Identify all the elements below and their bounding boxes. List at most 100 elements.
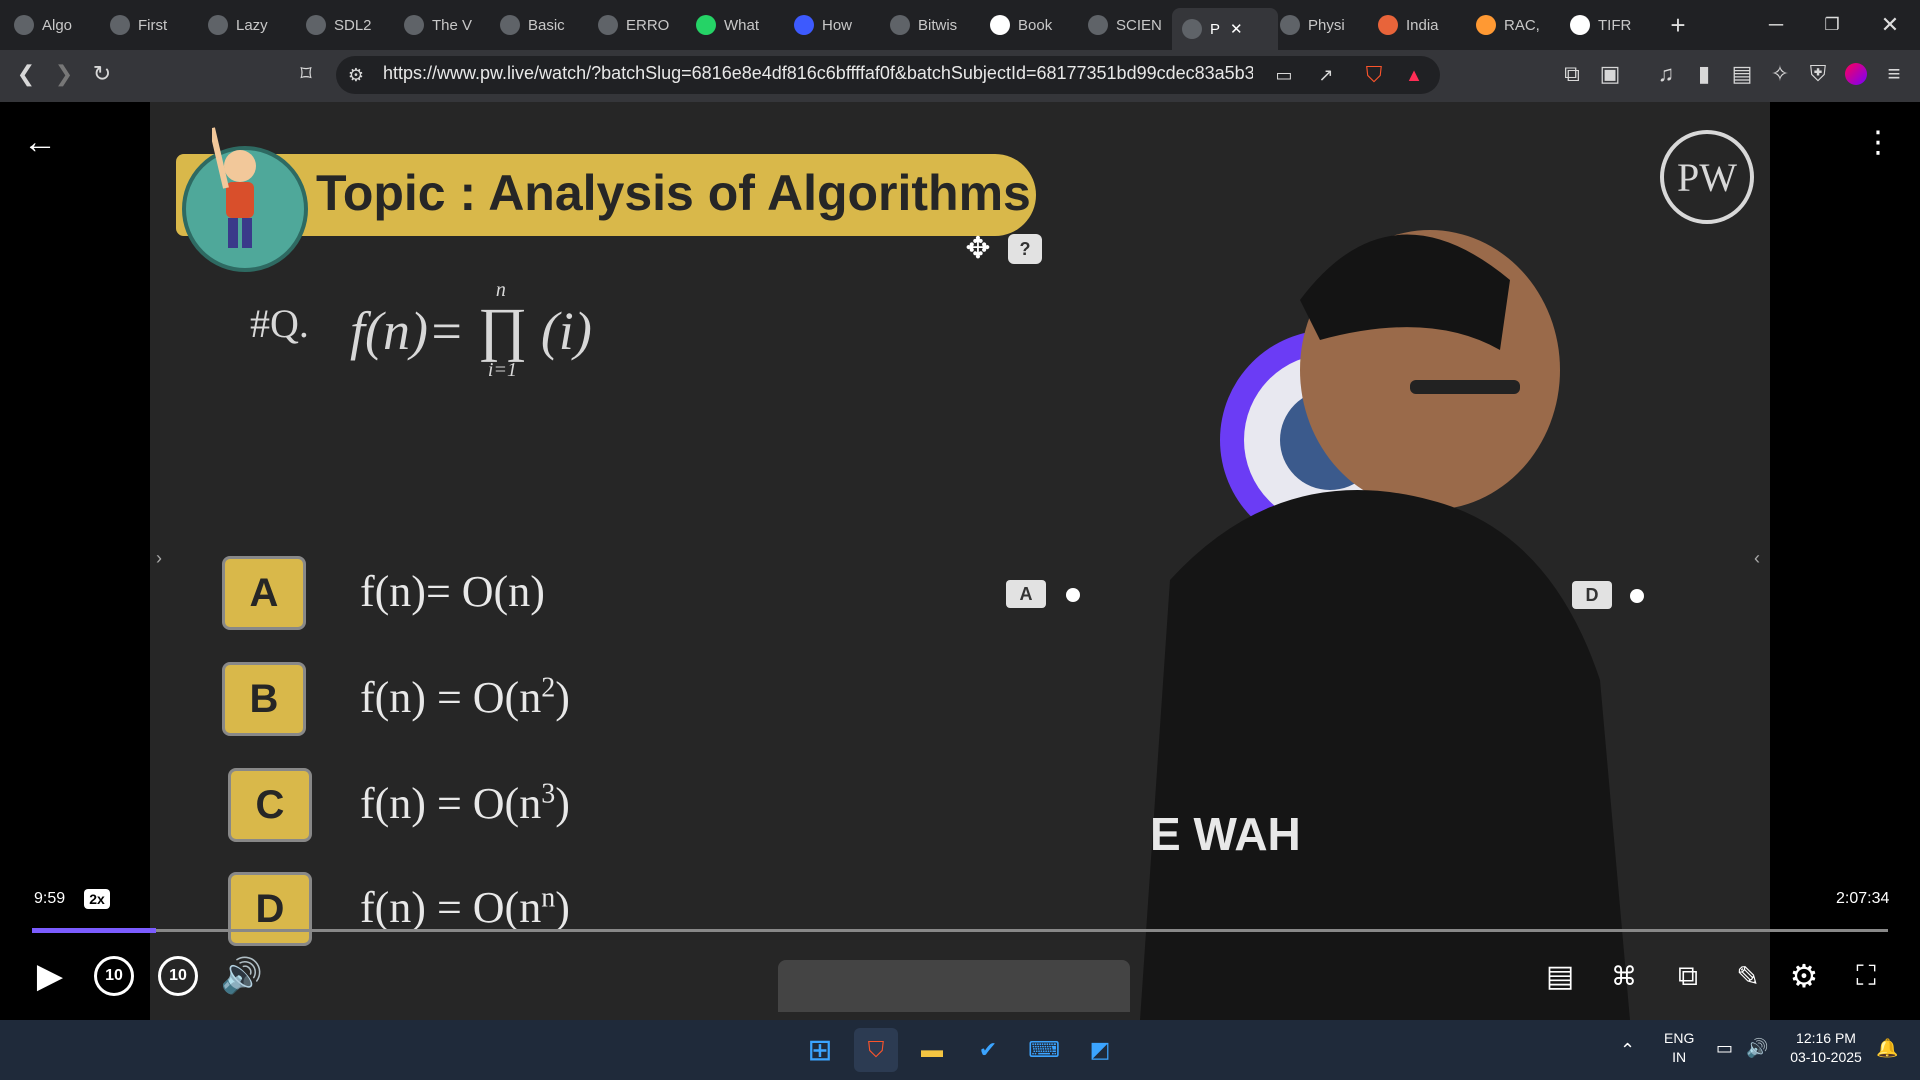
option-badge: A: [222, 556, 306, 630]
keyboard-app-icon[interactable]: ⌨: [1022, 1028, 1066, 1072]
option-close-paren: ): [555, 883, 570, 932]
fullscreen-icon[interactable]: ⛶: [1840, 950, 1892, 1002]
brave-browser-icon[interactable]: ⛉: [854, 1028, 898, 1072]
option-expression: f(n) = O(n: [360, 883, 542, 932]
notification-icon[interactable]: 🔔: [1876, 1038, 1898, 1059]
marker-a-dot[interactable]: [1066, 588, 1080, 602]
wallet-icon[interactable]: ▤: [1726, 58, 1758, 90]
option-expression: f(n)= O(n): [360, 567, 545, 616]
leo-icon[interactable]: ✧: [1764, 58, 1796, 90]
bookmark-icon: [794, 15, 814, 35]
topic-title: Topic : Analysis of Algorithms: [316, 165, 1031, 221]
photos-icon[interactable]: ◩: [1078, 1028, 1122, 1072]
tab-label: Bitwis: [918, 16, 958, 34]
browser-tab[interactable]: First: [110, 8, 192, 42]
forward-10-icon[interactable]: 10: [152, 950, 204, 1002]
network-icon[interactable]: ▭: [1716, 1038, 1733, 1059]
question-label: #Q.: [250, 301, 309, 346]
speed-badge[interactable]: 2x: [84, 889, 110, 909]
close-tab-icon[interactable]: ✕: [1230, 20, 1243, 38]
option-close-paren: ): [555, 673, 570, 722]
chat-icon[interactable]: ▤: [1534, 950, 1586, 1002]
new-tab-button[interactable]: +: [1650, 0, 1706, 50]
browser-tab[interactable]: ERRO: [598, 8, 680, 42]
back-arrow-icon[interactable]: ←: [23, 123, 57, 161]
tab-label: SCIEN: [1116, 16, 1162, 34]
rewind-10-icon[interactable]: 10: [88, 950, 140, 1002]
profile-avatar[interactable]: [1840, 58, 1872, 90]
clock[interactable]: 12:16 PM 03-10-2025: [1786, 1030, 1866, 1065]
language-label: ENG: [1664, 1030, 1695, 1046]
media-icon[interactable]: ♫: [1650, 58, 1682, 90]
tab-label: ERRO: [626, 16, 670, 34]
browser-tab[interactable]: How: [794, 8, 876, 42]
brave-shield-icon[interactable]: ⛉: [1358, 59, 1390, 91]
mascot-figure: [212, 127, 256, 248]
browser-tab[interactable]: Basic: [500, 8, 582, 42]
browser-tab[interactable]: RAC,: [1476, 8, 1558, 42]
picture-in-picture-icon[interactable]: ⧉: [1662, 950, 1714, 1002]
move-icon[interactable]: ✥: [962, 232, 994, 265]
browser-tab[interactable]: What: [696, 8, 778, 42]
left-panel-arrow-icon[interactable]: ›: [156, 548, 162, 569]
extensions-icon[interactable]: ⧉: [1556, 58, 1588, 90]
progress-fill[interactable]: [32, 928, 157, 933]
forward-icon[interactable]: ❯: [48, 58, 80, 90]
marker-d-dot[interactable]: [1630, 589, 1644, 603]
pw-icon: [1182, 19, 1202, 39]
windows-start-icon[interactable]: ⊞: [798, 1028, 842, 1072]
more-options-icon[interactable]: ⋮: [1862, 126, 1894, 159]
brave-rewards-icon[interactable]: ▲: [1398, 59, 1430, 91]
file-explorer-icon[interactable]: ▬: [910, 1028, 954, 1072]
site-settings-icon[interactable]: ⚙: [340, 59, 372, 91]
option-exponent: n: [541, 882, 556, 914]
restore-button[interactable]: ❐: [1804, 0, 1860, 50]
pw-icon: [1280, 15, 1300, 35]
speaker-icon[interactable]: 🔊: [1746, 1038, 1768, 1059]
url-text[interactable]: https://www.pw.live/watch/?batchSlug=681…: [383, 63, 1253, 84]
settings-icon[interactable]: ⚙: [1778, 950, 1830, 1002]
translate-icon[interactable]: ⌘: [1598, 950, 1650, 1002]
browser-tab[interactable]: SCIEN: [1088, 8, 1170, 42]
bookmark-icon[interactable]: ⌑: [290, 58, 322, 90]
product-symbol: n ∏ i=1: [478, 279, 527, 381]
reload-icon[interactable]: ↻: [86, 58, 118, 90]
globe-icon: [1378, 15, 1398, 35]
play-icon[interactable]: ▶: [24, 950, 76, 1002]
tray-overflow-icon[interactable]: ⌃: [1620, 1040, 1635, 1061]
clock-time: 12:16 PM: [1796, 1030, 1856, 1046]
vpn-icon[interactable]: ⛨: [1802, 58, 1834, 90]
back-icon[interactable]: ❮: [10, 58, 42, 90]
marker-a[interactable]: A: [1006, 580, 1046, 608]
language-indicator[interactable]: ENG IN: [1664, 1030, 1694, 1065]
whatsapp-icon: [696, 15, 716, 35]
volume-icon[interactable]: 🔊: [216, 950, 268, 1002]
formula-lhs: f(n)=: [350, 301, 465, 361]
browser-tab[interactable]: Lazy: [208, 8, 290, 42]
help-badge[interactable]: ?: [1008, 234, 1042, 264]
minimize-button[interactable]: ─: [1748, 0, 1804, 50]
menu-icon[interactable]: ≡: [1878, 58, 1910, 90]
progress-track[interactable]: [32, 929, 1888, 932]
todo-icon[interactable]: ✔: [966, 1028, 1010, 1072]
browser-tab[interactable]: Algo: [14, 8, 96, 42]
option-text: f(n) = O(nn): [360, 882, 570, 933]
browser-tab[interactable]: TIFR: [1570, 8, 1652, 42]
notes-icon[interactable]: ✎: [1722, 950, 1774, 1002]
share-icon[interactable]: ↗: [1310, 59, 1342, 91]
right-panel-arrow-icon[interactable]: ‹: [1754, 548, 1760, 569]
option-close-paren: ): [555, 779, 570, 828]
browser-tab[interactable]: P ✕: [1172, 8, 1278, 50]
browser-tab[interactable]: SDL2: [306, 8, 388, 42]
formula-lower: i=1: [487, 359, 517, 381]
browser-tab[interactable]: Physi: [1280, 8, 1362, 42]
cast-icon[interactable]: ▭: [1268, 59, 1300, 91]
browser-tab[interactable]: The V: [404, 8, 486, 42]
shirt-text: E WAH: [1150, 808, 1301, 860]
close-window-button[interactable]: ✕: [1862, 0, 1918, 50]
browser-tab[interactable]: India: [1378, 8, 1460, 42]
browser-tab[interactable]: Book: [990, 8, 1072, 42]
reader-icon[interactable]: ▣: [1594, 58, 1626, 90]
sidebar-icon[interactable]: ▮: [1688, 58, 1720, 90]
browser-tab[interactable]: Bitwis: [890, 8, 972, 42]
